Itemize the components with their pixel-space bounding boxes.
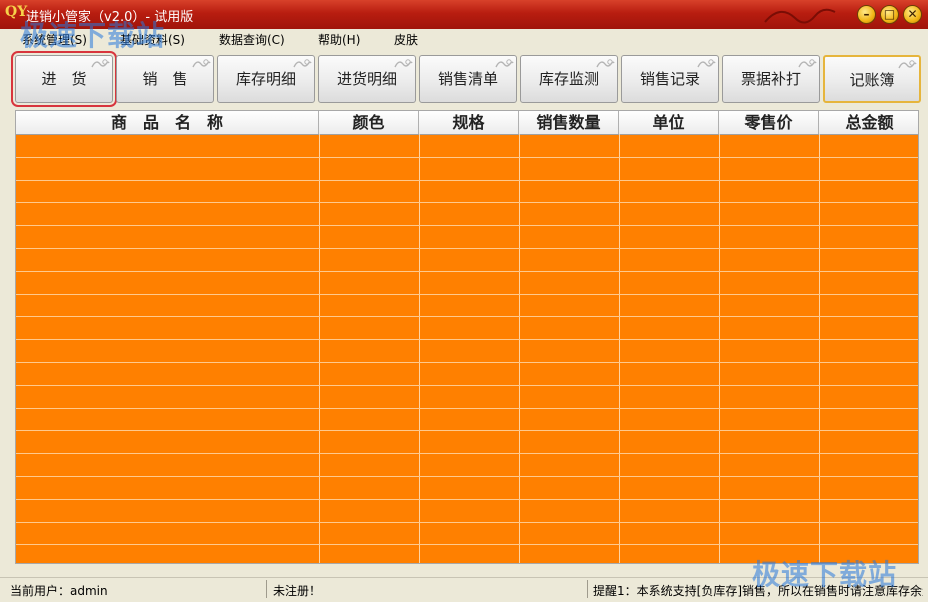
sales-button[interactable]: 销 售: [116, 55, 214, 103]
grid-row-line: [16, 453, 918, 454]
menu-data-query[interactable]: 数据查询(C): [219, 31, 285, 48]
swirl-ornament-icon: [798, 59, 817, 68]
grid-row-line: [16, 225, 918, 226]
inventory-detail-button[interactable]: 库存明细: [217, 55, 315, 103]
minimize-icon[interactable]: –: [857, 5, 876, 24]
ledger-button[interactable]: 记账簿: [823, 55, 921, 103]
grid-row-line: [16, 408, 918, 409]
grid-row-line: [16, 430, 918, 431]
window-controls: – □ ✕: [857, 5, 922, 24]
column-header-quantity[interactable]: 销售数量: [519, 111, 619, 134]
grid-row-line: [16, 522, 918, 523]
grid-row-line: [16, 248, 918, 249]
column-header-total-amount[interactable]: 总金额: [819, 111, 918, 134]
swirl-ornament-icon: [898, 60, 917, 69]
menu-help[interactable]: 帮助(H): [318, 31, 360, 48]
grid-row-line: [16, 339, 918, 340]
purchase-button[interactable]: 进 货: [11, 51, 117, 107]
purchase-detail-button-label: 进货明细: [336, 70, 397, 88]
toolbar: 进 货 销 售 库存明细 进货明细 销售清单 库存监测 销售记录 票据补打 记账…: [0, 48, 928, 110]
swirl-ornament-icon: [596, 59, 615, 68]
swirl-ornament-icon: [192, 59, 211, 68]
app-window: QY 进销小管家（v2.0）- 试用版 – □ ✕ 系统管理(S) 基础资料(S…: [0, 0, 928, 602]
sales-record-button[interactable]: 销售记录: [621, 55, 719, 103]
grid-row-line: [16, 294, 918, 295]
grid-row-line: [16, 385, 918, 386]
grid-header: 商 品 名 称 颜色 规格 销售数量 单位 零售价 总金额: [16, 111, 918, 135]
status-current-user: 当前用户：admin: [10, 584, 108, 598]
close-icon[interactable]: ✕: [903, 5, 922, 24]
purchase-button-label: 进 货: [41, 70, 87, 88]
status-registration: 未注册！: [273, 584, 322, 598]
inventory-detail-button-label: 库存明细: [235, 70, 296, 88]
grid-row-line: [16, 499, 918, 500]
grid-row-line: [16, 476, 918, 477]
inventory-monitor-button[interactable]: 库存监测: [520, 55, 618, 103]
grid-row-line: [16, 362, 918, 363]
column-header-product-name[interactable]: 商 品 名 称: [16, 111, 319, 134]
purchase-detail-button[interactable]: 进货明细: [318, 55, 416, 103]
grid-row-line: [16, 202, 918, 203]
sales-list-button[interactable]: 销售清单: [419, 55, 517, 103]
sales-button-label: 销 售: [142, 70, 188, 88]
swirl-ornament-icon: [394, 59, 413, 68]
inventory-monitor-button-label: 库存监测: [538, 70, 599, 88]
grid-row-line: [16, 316, 918, 317]
column-header-unit[interactable]: 单位: [619, 111, 719, 134]
grid-row-line: [16, 544, 918, 545]
product-grid[interactable]: 商 品 名 称 颜色 规格 销售数量 单位 零售价 总金额: [15, 110, 919, 564]
grid-row-line: [16, 157, 918, 158]
column-header-color[interactable]: 颜色: [319, 111, 419, 134]
sales-record-button-label: 销售记录: [639, 70, 700, 88]
decorative-swirl-icon: [764, 8, 836, 24]
watermark-top: 极速下载站: [20, 19, 166, 52]
grid-row-line: [16, 271, 918, 272]
watermark-bottom: 极速下载站: [752, 558, 898, 591]
reprint-receipt-button-label: 票据补打: [740, 70, 801, 88]
grid-row-line: [16, 180, 918, 181]
menu-skin[interactable]: 皮肤: [394, 31, 418, 48]
swirl-ornament-icon: [293, 59, 312, 68]
maximize-icon[interactable]: □: [880, 5, 899, 24]
swirl-ornament-icon: [697, 59, 716, 68]
column-header-retail-price[interactable]: 零售价: [719, 111, 819, 134]
swirl-ornament-icon: [495, 59, 514, 68]
column-header-spec[interactable]: 规格: [419, 111, 519, 134]
ledger-button-label: 记账簿: [849, 71, 895, 89]
reprint-receipt-button[interactable]: 票据补打: [722, 55, 820, 103]
sales-list-button-label: 销售清单: [437, 70, 498, 88]
swirl-ornament-icon: [91, 59, 110, 68]
